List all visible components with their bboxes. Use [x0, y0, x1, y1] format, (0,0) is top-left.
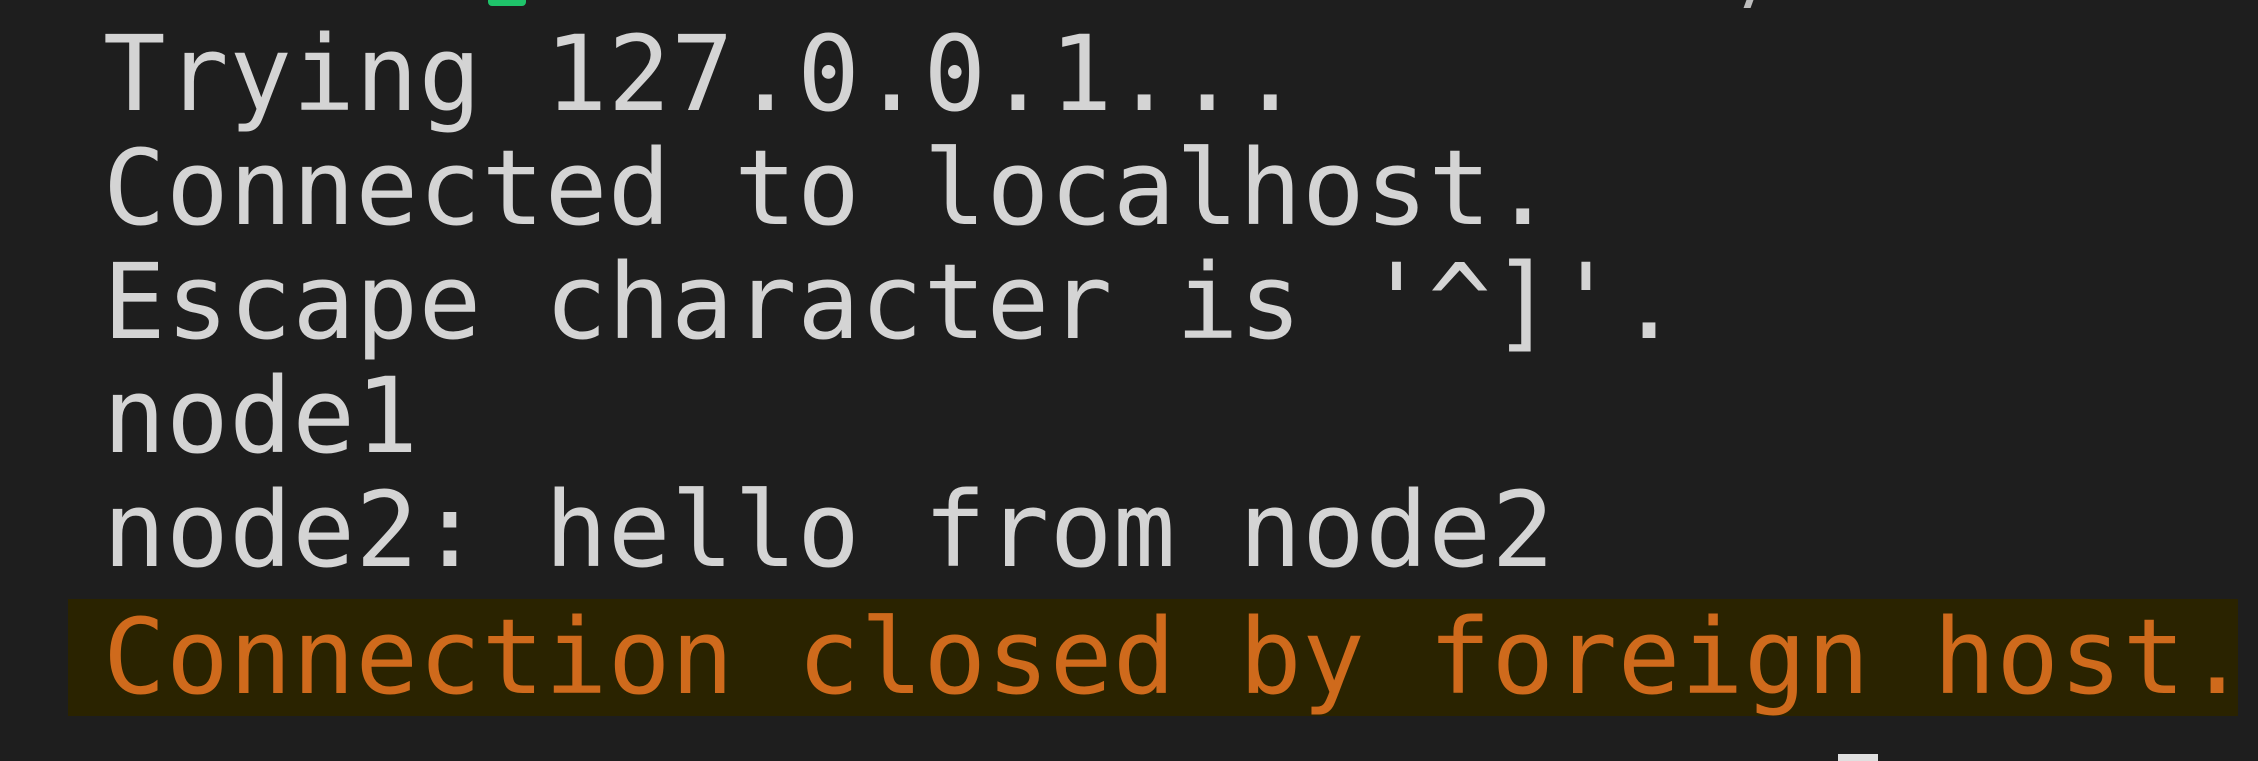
prompt-status-indicator	[488, 0, 526, 6]
terminal-output: Trying 127.0.0.1... Connected to localho…	[0, 0, 2258, 761]
terminal-cursor	[1838, 754, 1878, 761]
terminal-line-escape-character: Escape character is '^]'.	[103, 241, 1681, 363]
terminal-line-connected: Connected to localhost.	[103, 127, 1555, 249]
terminal-lines: Trying 127.0.0.1... Connected to localho…	[68, 13, 2248, 716]
terminal-line-node1: node1	[103, 355, 419, 477]
terminal-line-trying: Trying 127.0.0.1...	[103, 13, 1303, 135]
terminal-line-connection-closed: Connection closed by foreign host.	[68, 599, 2248, 716]
terminal-line-node2-message: node2: hello from node2	[103, 469, 1555, 591]
prompt-fragment	[1743, 0, 1754, 8]
